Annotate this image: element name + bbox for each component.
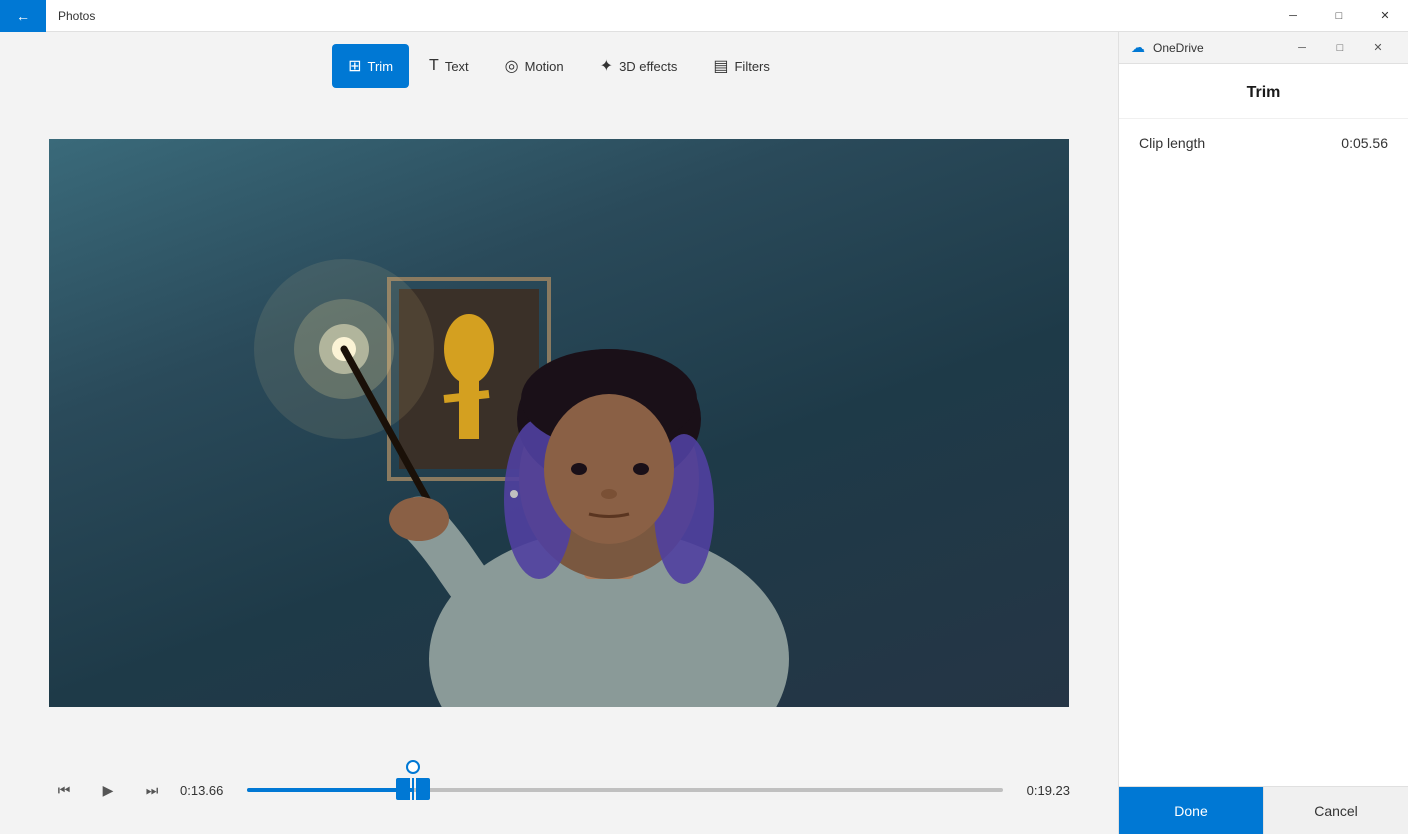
titlebar: ← Photos ─ □ ✕ <box>0 0 1408 32</box>
motion-icon: ◎ <box>505 56 519 76</box>
trim-icon: ⊞ <box>348 56 361 76</box>
trim-label: Trim <box>368 59 394 74</box>
clip-length-value: 0:05.56 <box>1341 135 1388 151</box>
back-button[interactable]: ← <box>0 0 46 32</box>
toolbar: ⊞ Trim T Text ◎ Motion ✦ 3D effects ▤ Fi… <box>0 32 1118 100</box>
text-tab[interactable]: T Text <box>413 44 485 88</box>
onedrive-maximize-button[interactable]: □ <box>1322 34 1358 62</box>
text-label: Text <box>445 59 469 74</box>
effects-tab[interactable]: ✦ 3D effects <box>584 44 694 88</box>
minimize-button[interactable]: ─ <box>1270 0 1316 32</box>
forward-button[interactable]: ⏭ <box>136 774 168 806</box>
time-current: 0:13.66 <box>180 783 235 798</box>
maximize-button[interactable]: □ <box>1316 0 1362 32</box>
video-frame <box>49 139 1069 707</box>
trim-bracket-left[interactable] <box>396 778 410 800</box>
rewind-icon: ⏮ <box>58 782 71 799</box>
app-title: Photos <box>46 9 95 23</box>
filters-icon: ▤ <box>713 56 728 76</box>
close-button[interactable]: ✕ <box>1362 0 1408 32</box>
trim-bracket-right[interactable] <box>416 778 430 800</box>
video-container <box>0 100 1118 746</box>
effects-label: 3D effects <box>619 59 677 74</box>
rewind-button[interactable]: ⏮ <box>48 774 80 806</box>
filters-tab[interactable]: ▤ Filters <box>697 44 786 88</box>
text-icon: T <box>429 57 439 75</box>
panel-spacer <box>1119 167 1408 786</box>
filters-label: Filters <box>734 59 769 74</box>
forward-icon: ⏭ <box>146 782 159 799</box>
effects-icon: ✦ <box>600 56 613 76</box>
onedrive-header: ☁ OneDrive ─ □ ✕ <box>1119 32 1408 64</box>
right-panel: ☁ OneDrive ─ □ ✕ Trim Clip length 0:05.5… <box>1118 32 1408 834</box>
time-end: 0:19.23 <box>1015 783 1070 798</box>
motion-tab[interactable]: ◎ Motion <box>489 44 580 88</box>
playhead-circle <box>406 760 420 774</box>
clip-length-row: Clip length 0:05.56 <box>1119 119 1408 167</box>
clip-length-label: Clip length <box>1139 135 1205 151</box>
onedrive-minimize-button[interactable]: ─ <box>1284 34 1320 62</box>
onedrive-title: OneDrive <box>1153 41 1276 55</box>
panel-title: Trim <box>1119 64 1408 119</box>
onedrive-window-controls: ─ □ ✕ <box>1284 34 1396 62</box>
timeline-progress <box>247 788 413 792</box>
cancel-button[interactable]: Cancel <box>1263 787 1408 834</box>
trim-tab[interactable]: ⊞ Trim <box>332 44 409 88</box>
back-icon: ← <box>16 8 30 24</box>
main-area: ⊞ Trim T Text ◎ Motion ✦ 3D effects ▤ Fi… <box>0 32 1408 834</box>
onedrive-close-button[interactable]: ✕ <box>1360 34 1396 62</box>
done-button[interactable]: Done <box>1119 787 1263 834</box>
timeline[interactable] <box>247 766 1003 814</box>
playhead-stem <box>412 778 414 800</box>
playhead[interactable] <box>396 760 430 800</box>
editor-area: ⊞ Trim T Text ◎ Motion ✦ 3D effects ▤ Fi… <box>0 32 1118 834</box>
onedrive-icon: ☁ <box>1131 39 1145 56</box>
timeline-track <box>247 788 1003 792</box>
window-controls: ─ □ ✕ <box>1270 0 1408 32</box>
video-scene <box>49 139 1069 707</box>
play-icon: ▶ <box>103 782 114 799</box>
controls-bar: ⏮ ▶ ⏭ 0:13.66 <box>0 746 1118 834</box>
play-button[interactable]: ▶ <box>92 774 124 806</box>
motion-label: Motion <box>525 59 564 74</box>
panel-buttons: Done Cancel <box>1119 786 1408 834</box>
